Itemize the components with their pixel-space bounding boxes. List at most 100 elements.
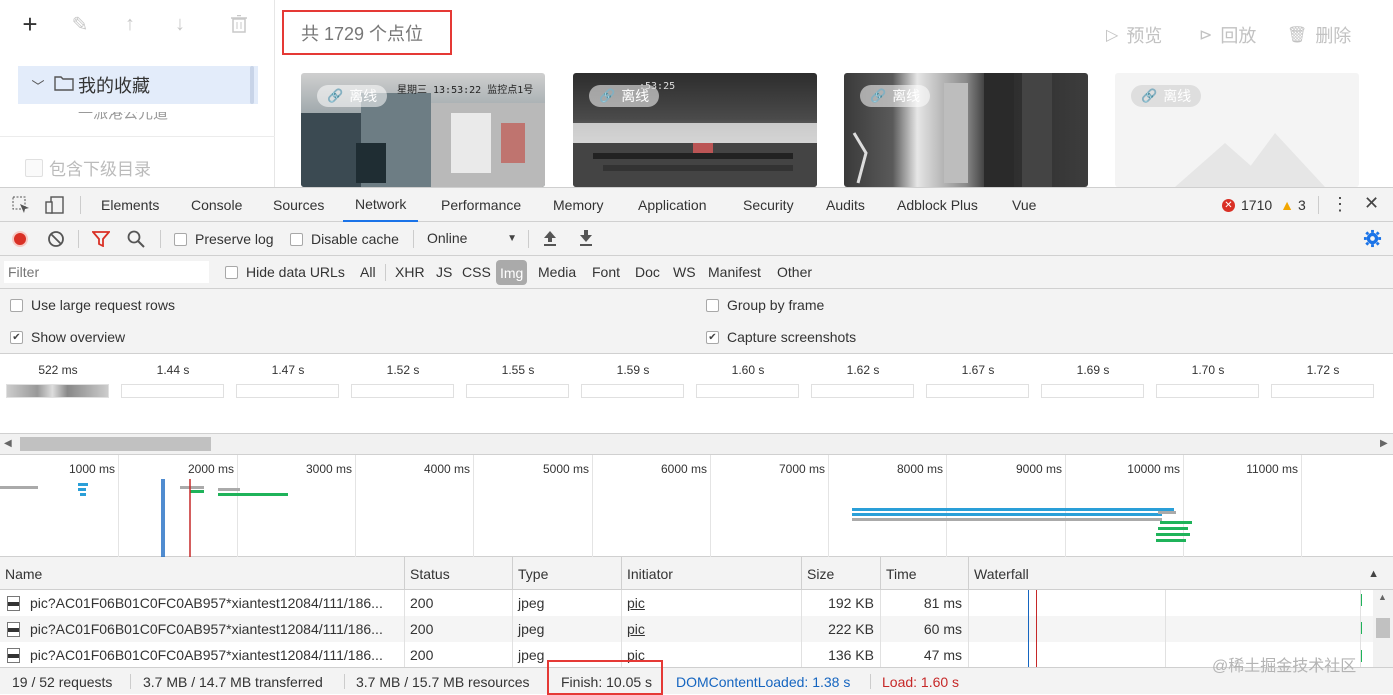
checkbox-box[interactable]: [290, 232, 303, 246]
inspect-element-icon[interactable]: [12, 196, 30, 217]
disable-cache-checkbox[interactable]: Disable cache: [290, 231, 399, 247]
filter-icon[interactable]: [91, 231, 111, 250]
checkbox-box[interactable]: [25, 158, 43, 177]
add-icon[interactable]: +: [16, 9, 44, 39]
close-icon[interactable]: ✕: [1364, 193, 1379, 214]
tab-console[interactable]: Console: [191, 188, 242, 222]
screenshot-thumbnail[interactable]: [581, 384, 684, 398]
camera-thumbnail-placeholder[interactable]: 🔗 离线: [1115, 73, 1359, 187]
camera-thumbnail[interactable]: 🔗 离线 星期三 13:53:22 监控点1号: [301, 73, 545, 187]
issues-counter[interactable]: ✕ 1710 ▲ 3: [1222, 197, 1306, 213]
tree-scrollbar[interactable]: [250, 66, 254, 104]
checkbox-box[interactable]: [706, 298, 719, 312]
screenshot-thumbnail[interactable]: [351, 384, 454, 398]
move-up-icon[interactable]: ↑: [116, 10, 144, 38]
tab-memory[interactable]: Memory: [553, 188, 604, 222]
screenshot-thumbnail[interactable]: [6, 384, 109, 398]
tree-item-partial[interactable]: 一派港公元道: [78, 112, 168, 122]
type-filter-media[interactable]: Media: [538, 264, 576, 280]
import-har-icon[interactable]: [542, 229, 558, 250]
edit-icon[interactable]: ✎: [66, 10, 94, 38]
group-by-frame-checkbox[interactable]: Group by frame: [706, 297, 824, 313]
playback-button[interactable]: ⊳ 回放: [1199, 22, 1256, 48]
tab-vue[interactable]: Vue: [1012, 188, 1036, 222]
scroll-left-icon[interactable]: ◀: [4, 438, 12, 449]
checkmark-icon[interactable]: ✔: [10, 330, 23, 344]
more-options-icon[interactable]: ⋮: [1331, 194, 1349, 214]
capture-screenshots-checkbox[interactable]: ✔ Capture screenshots: [706, 329, 856, 345]
column-size[interactable]: Size: [802, 557, 881, 590]
type-filter-img[interactable]: Img: [496, 260, 528, 285]
screenshot-thumbnail[interactable]: [121, 384, 224, 398]
tab-application[interactable]: Application: [638, 188, 707, 222]
tab-sources[interactable]: Sources: [273, 188, 324, 222]
scroll-right-icon[interactable]: ▶: [1380, 438, 1388, 449]
delete-button[interactable]: 🗑 删除: [1287, 22, 1351, 48]
settings-gear-icon[interactable]: [1363, 229, 1382, 251]
tab-elements[interactable]: Elements: [101, 188, 159, 222]
type-filter-js[interactable]: JS: [436, 264, 452, 280]
screenshot-thumbnail[interactable]: [926, 384, 1029, 398]
filter-input[interactable]: [4, 261, 209, 283]
tab-adblock-plus[interactable]: Adblock Plus: [897, 188, 978, 222]
type-filter-manifest[interactable]: Manifest: [708, 264, 761, 280]
cell-initiator[interactable]: pic: [622, 616, 802, 642]
table-row[interactable]: pic?AC01F06B01C0FC0AB957*xiantest12084/1…: [0, 616, 1393, 642]
screenshot-thumbnail[interactable]: [1156, 384, 1259, 398]
device-toolbar-icon[interactable]: [45, 196, 65, 217]
camera-thumbnail[interactable]: 🔗 离线 :53:25: [573, 73, 817, 187]
tree-item-favorites[interactable]: ﹀ 我的收藏: [18, 66, 258, 104]
large-rows-checkbox[interactable]: Use large request rows: [10, 297, 175, 313]
checkbox-box[interactable]: [174, 232, 187, 246]
type-filter-doc[interactable]: Doc: [635, 264, 660, 280]
column-waterfall[interactable]: Waterfall ▲: [969, 557, 1393, 590]
table-row[interactable]: pic?AC01F06B01C0FC0AB957*xiantest12084/1…: [0, 642, 1393, 668]
scrollbar-thumb[interactable]: [1376, 618, 1390, 638]
type-filter-css[interactable]: CSS: [462, 264, 491, 280]
tab-network[interactable]: Network: [343, 188, 419, 222]
export-har-icon[interactable]: [578, 229, 594, 250]
vertical-scrollbar[interactable]: ▲: [1373, 590, 1393, 667]
divider: [130, 674, 131, 689]
type-filter-all[interactable]: All: [360, 264, 376, 280]
type-filter-xhr[interactable]: XHR: [395, 264, 425, 280]
horizontal-scrollbar[interactable]: ◀ ▶: [0, 434, 1393, 455]
throttle-select[interactable]: Online ▼: [427, 230, 517, 246]
type-filter-other[interactable]: Other: [777, 264, 812, 280]
record-icon[interactable]: [12, 231, 28, 247]
screenshot-thumbnail[interactable]: [236, 384, 339, 398]
screenshot-thumbnail[interactable]: [466, 384, 569, 398]
screenshot-thumbnail[interactable]: [696, 384, 799, 398]
column-type[interactable]: Type: [513, 557, 622, 590]
preserve-log-checkbox[interactable]: Preserve log: [174, 231, 274, 247]
chevron-down-icon[interactable]: ﹀: [26, 76, 50, 95]
hide-data-urls-checkbox[interactable]: Hide data URLs: [225, 264, 345, 280]
screenshot-thumbnail[interactable]: [1271, 384, 1374, 398]
scrollbar-thumb[interactable]: [20, 437, 211, 451]
include-sub-checkbox[interactable]: 包含下级目录: [25, 155, 151, 180]
camera-thumbnail[interactable]: 🔗 离线: [844, 73, 1088, 187]
tab-performance[interactable]: Performance: [441, 188, 521, 222]
move-down-icon[interactable]: ↓: [166, 10, 194, 38]
tab-audits[interactable]: Audits: [826, 188, 865, 222]
column-time[interactable]: Time: [881, 557, 969, 590]
checkmark-icon[interactable]: ✔: [706, 330, 719, 344]
tab-security[interactable]: Security: [743, 188, 794, 222]
checkbox-box[interactable]: [10, 298, 23, 312]
show-overview-checkbox[interactable]: ✔ Show overview: [10, 329, 125, 345]
clear-icon[interactable]: [47, 230, 65, 251]
scroll-up-icon[interactable]: ▲: [1378, 592, 1387, 602]
preview-button[interactable]: ▷ 预览: [1106, 22, 1162, 48]
column-name[interactable]: Name: [0, 557, 405, 590]
type-filter-ws[interactable]: WS: [673, 264, 696, 280]
screenshot-thumbnail[interactable]: [1041, 384, 1144, 398]
table-row[interactable]: pic?AC01F06B01C0FC0AB957*xiantest12084/1…: [0, 590, 1393, 616]
screenshot-thumbnail[interactable]: [811, 384, 914, 398]
trash-icon[interactable]: [225, 10, 253, 38]
type-filter-font[interactable]: Font: [592, 264, 620, 280]
column-initiator[interactable]: Initiator: [622, 557, 802, 590]
column-status[interactable]: Status: [405, 557, 513, 590]
cell-initiator[interactable]: pic: [622, 590, 802, 616]
checkbox-box[interactable]: [225, 265, 238, 279]
search-icon[interactable]: [127, 230, 145, 251]
